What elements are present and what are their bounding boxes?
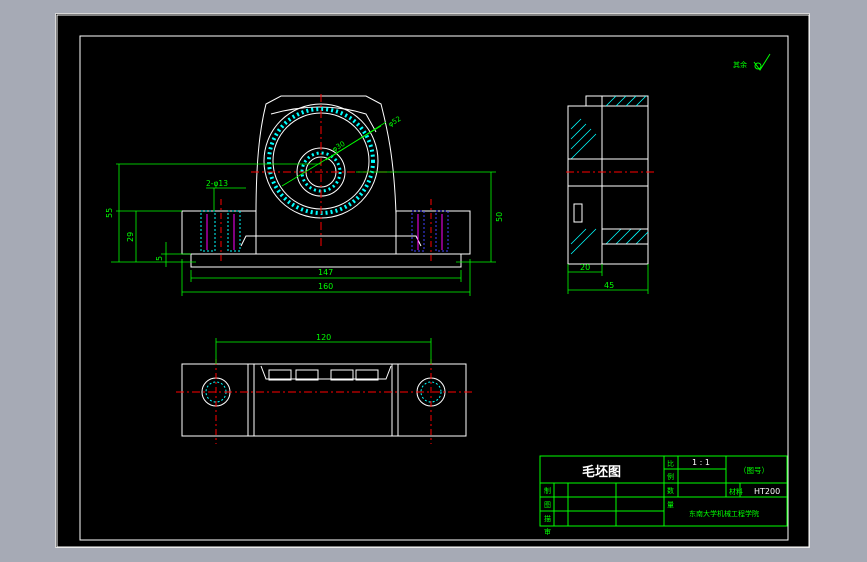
surface-mark-text: 其余 bbox=[733, 60, 747, 69]
side-view: 20 45 bbox=[566, 95, 654, 294]
front-view: 55 29 5 50 147 160 2-φ13 φ30 φ52 bbox=[105, 94, 504, 296]
dim-length-inner: 147 bbox=[318, 268, 333, 277]
title-label-2: 图 bbox=[544, 501, 551, 509]
title-material: HT200 bbox=[754, 487, 780, 496]
dim-length-total: 160 bbox=[318, 282, 333, 291]
title-material-label: 材料 bbox=[729, 487, 743, 496]
title-label-4: 审 bbox=[544, 527, 551, 536]
drawing-border-inner bbox=[79, 35, 789, 541]
left-foot bbox=[181, 210, 257, 255]
title-scale: 1 : 1 bbox=[692, 458, 710, 467]
dim-height-total: 55 bbox=[105, 208, 114, 218]
dim-flange-width: 20 bbox=[580, 263, 590, 272]
dim-total-width: 45 bbox=[604, 281, 614, 290]
surface-roughness-mark: 其余 bbox=[733, 53, 771, 71]
title-right-label-3: 数 bbox=[667, 486, 674, 495]
title-institution: 东南大学机械工程学院 bbox=[689, 509, 759, 518]
right-hole-section bbox=[411, 210, 449, 252]
title-drawing-no: （图号） bbox=[739, 466, 769, 475]
label-holes: 2-φ13 bbox=[206, 179, 228, 188]
title-label-1: 制 bbox=[544, 486, 551, 495]
cad-viewport[interactable]: 55 29 5 50 147 160 2-φ13 φ30 φ52 20 45 1… bbox=[55, 13, 810, 548]
title-right-label-2: 例 bbox=[667, 472, 674, 481]
title-drawing-name: 毛坯图 bbox=[582, 464, 621, 480]
title-label-3: 描 bbox=[544, 514, 551, 523]
title-right-label-1: 比 bbox=[667, 459, 674, 468]
base-plate bbox=[190, 253, 462, 268]
dim-center-height: 50 bbox=[495, 212, 504, 222]
label-bore-outer: φ52 bbox=[387, 115, 403, 129]
top-view: 120 bbox=[176, 333, 472, 444]
dim-height-foot: 29 bbox=[126, 232, 135, 242]
dim-base-thickness: 5 bbox=[155, 256, 164, 261]
title-right-label-4: 量 bbox=[667, 501, 674, 509]
drawing-border-outer bbox=[56, 14, 810, 548]
title-block: 毛坯图 制 图 描 审 比 例 数 量 1 : 1 （图号） 材料 HT200 … bbox=[539, 455, 788, 536]
dim-hole-spacing: 120 bbox=[316, 333, 331, 342]
drawing-canvas: 55 29 5 50 147 160 2-φ13 φ30 φ52 20 45 1… bbox=[56, 14, 810, 548]
right-foot bbox=[395, 210, 471, 255]
